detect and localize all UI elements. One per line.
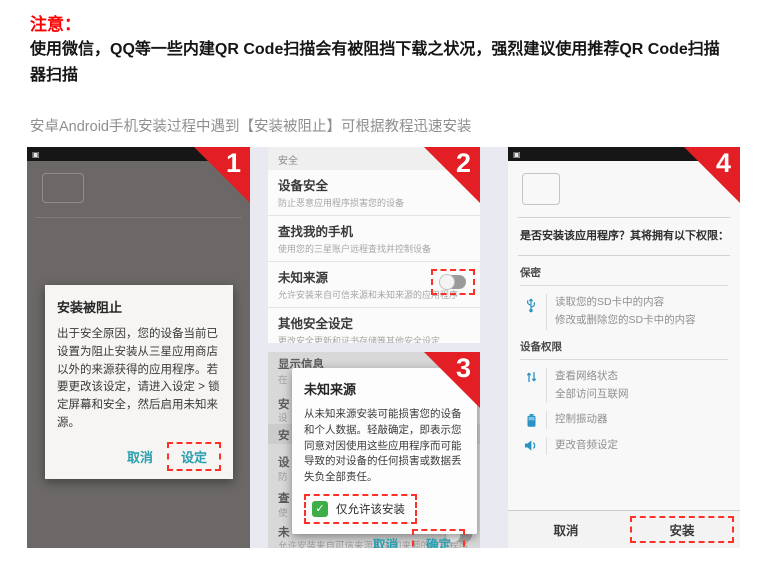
divider — [518, 217, 730, 218]
dimmed-screen: 安装被阻止 出于安全原因，您的设备当前已设置为阻止安装从三星应用商店以外的来源获… — [27, 161, 250, 548]
install-question: 是否安装该应用程序？其将拥有以下权限： — [520, 227, 728, 243]
bg-fragment: 设 — [278, 454, 290, 470]
install-button-bar: 取消 安装 — [508, 510, 740, 548]
step-number: 4 — [716, 148, 731, 179]
dialog-body: 从未知来源安装可能损害您的设备和个人数据。轻敲确定，即表示您同意对因使用这些应用… — [304, 407, 465, 486]
screenshots-strip: ▣ 1 4G ◢ 7 安装被阻止 出于安全原因，您的设备当前已设置为阻止安装从三… — [27, 147, 740, 548]
unknown-sources-toggle[interactable] — [440, 275, 466, 289]
notification-icon: ▣ — [32, 150, 40, 159]
divider — [546, 294, 547, 330]
cancel-label: 取消 — [553, 520, 578, 539]
bg-fragment: 设 — [278, 410, 288, 424]
panel-security-settings: 安全 设备安全 防止恶意应用程序损害您的设备 查找我的手机 使用您的三星账户远程… — [268, 147, 480, 343]
settings-item-find-my-phone[interactable]: 查找我的手机 使用您的三星账户远程查找并控制设备 — [268, 216, 480, 262]
section-privacy: 保密 — [520, 265, 728, 280]
permission-row-vibrate: 控制振动器 — [520, 411, 740, 429]
dialog-title: 安装被阻止 — [57, 297, 221, 316]
step-number: 3 — [456, 353, 471, 384]
toggle-knob — [439, 274, 455, 290]
step-number: 1 — [226, 148, 241, 179]
permission-row-audio: 更改音频设定 — [520, 437, 740, 455]
permission-text: 查看网络状态 全部访问互联网 — [555, 368, 629, 404]
cancel-button[interactable]: 取消 — [365, 531, 406, 548]
divider — [520, 359, 728, 360]
app-icon-placeholder — [42, 173, 84, 203]
checkbox-checked-icon[interactable]: ✓ — [312, 501, 328, 517]
battery-icon — [520, 411, 542, 428]
app-icon-placeholder — [522, 173, 560, 205]
step-number: 2 — [456, 148, 471, 179]
panel-install-permissions: ▣ 1 4G ◢ 7 是否安装该应用程序？其将拥有以下权限： 保密 — [508, 147, 740, 548]
divider — [518, 255, 730, 256]
step-badge-triangle — [424, 147, 480, 203]
install-blocked-dialog: 安装被阻止 出于安全原因，您的设备当前已设置为阻止安装从三星应用商店以外的来源获… — [45, 285, 233, 479]
dialog-buttons: 取消 确定 — [304, 529, 465, 548]
section-device-permissions: 设备权限 — [520, 339, 728, 354]
speaker-icon — [520, 437, 542, 452]
item-title: 查找我的手机 — [278, 221, 470, 240]
cancel-button[interactable]: 取消 — [119, 444, 161, 469]
warning-body: 使用微信，QQ等一些内建QR Code扫描会有被阻挡下载之状况，强烈建议使用推荐… — [30, 37, 735, 90]
permission-line: 读取您的SD卡中的内容 — [555, 296, 664, 308]
cancel-button[interactable]: 取消 — [508, 511, 624, 548]
usb-icon — [520, 294, 542, 313]
dialog-buttons: 取消 设定 — [57, 442, 221, 471]
install-screen-body: 是否安装该应用程序？其将拥有以下权限： 保密 读取您的SD卡中的内容 修改或删除 — [508, 161, 740, 510]
permission-line: 全部访问互联网 — [555, 388, 629, 400]
permission-line: 修改或删除您的SD卡中的内容 — [555, 314, 696, 326]
notification-icon: ▣ — [513, 150, 521, 159]
divider — [35, 217, 242, 218]
ok-button[interactable]: 确定 — [412, 529, 465, 548]
permission-line: 控制振动器 — [555, 411, 608, 429]
settings-item-unknown-sources[interactable]: 未知来源 允许安装来自可信来源和未知来源的应用程序 — [268, 262, 480, 308]
bg-fragment: 在 — [278, 372, 288, 386]
step-badge-triangle — [194, 147, 250, 203]
bg-fragment: 使 — [278, 505, 288, 519]
install-label: 安装 — [669, 520, 694, 539]
checkbox-label: 仅允许该安装 — [336, 501, 405, 517]
panel-unknown-sources-dialog: 显示信息 在 安 设 安 设 防 查 使 未 允许安装来自可信来源和未知来源的应… — [268, 352, 480, 548]
install-button[interactable]: 安装 — [630, 516, 734, 543]
install-button-cell: 安装 — [624, 511, 740, 548]
bg-fragment: 安 — [278, 427, 290, 443]
dialog-body: 出于安全原因，您的设备当前已设置为阻止安装从三星应用商店以外的来源获得的应用程序… — [57, 326, 221, 433]
settings-button[interactable]: 设定 — [167, 442, 221, 471]
permission-line: 查看网络状态 — [555, 370, 618, 382]
warning-title: 注意： — [30, 10, 81, 35]
tutorial-subtitle: 安卓Android手机安装过程中遇到【安装被阻止】可根据教程迅速安装 — [30, 115, 471, 136]
item-subtitle: 更改安全更新和证书存储等其他安全设定 — [278, 334, 470, 343]
item-title: 其他安全设定 — [278, 313, 470, 332]
highlight-box — [431, 269, 475, 295]
step-badge-triangle — [684, 147, 740, 203]
allow-once-checkbox-row[interactable]: ✓ 仅允许该安装 — [304, 494, 417, 524]
network-arrows-icon — [520, 368, 542, 384]
bg-fragment: 防 — [278, 469, 288, 483]
divider — [546, 411, 547, 429]
step-badge-triangle — [424, 352, 480, 408]
permission-text: 读取您的SD卡中的内容 修改或删除您的SD卡中的内容 — [555, 294, 696, 330]
divider — [546, 368, 547, 404]
bg-fragment: 查 — [278, 490, 290, 506]
item-subtitle: 使用您的三星账户远程查找并控制设备 — [278, 242, 470, 255]
settings-item-other-security[interactable]: 其他安全设定 更改安全更新和证书存储等其他安全设定 — [268, 308, 480, 343]
permission-row-network: 查看网络状态 全部访问互联网 — [520, 368, 740, 404]
divider — [520, 285, 728, 286]
permission-line: 更改音频设定 — [555, 437, 618, 455]
panel-install-blocked: ▣ 1 4G ◢ 7 安装被阻止 出于安全原因，您的设备当前已设置为阻止安装从三… — [27, 147, 250, 548]
tutorial-page: 注意： 使用微信，QQ等一些内建QR Code扫描会有被阻挡下载之状况，强烈建议… — [0, 0, 767, 570]
divider — [546, 437, 547, 455]
permission-row-storage: 读取您的SD卡中的内容 修改或删除您的SD卡中的内容 — [520, 294, 740, 330]
